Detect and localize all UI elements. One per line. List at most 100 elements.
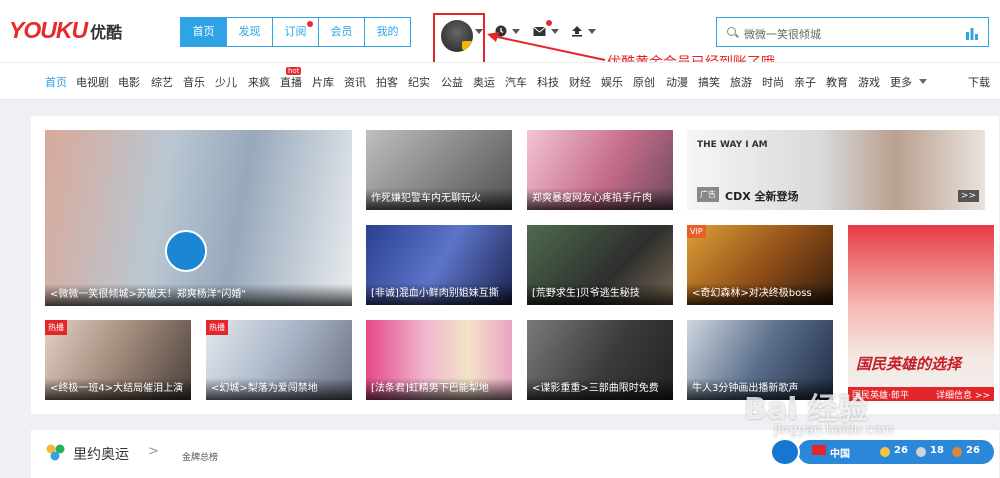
search-icon — [727, 27, 736, 36]
channel-original[interactable]: 原创 — [633, 74, 655, 90]
chevron-down-icon — [918, 79, 927, 84]
nav-subscribe-label: 订阅 — [284, 25, 307, 38]
mail-notification-dot — [546, 20, 552, 26]
tile-caption: <谍影重重>三部曲限时免费 — [527, 378, 673, 400]
channel-anime[interactable]: 动漫 — [666, 74, 688, 90]
main-nav: 首页 发现 订阅 会员 我的 — [180, 17, 411, 47]
tile-caption: [非诚]混血小鲜肉别姐妹互撕 — [366, 283, 512, 305]
channel-live[interactable]: 直播 hot — [280, 67, 302, 90]
hot-play-badge: 热播 — [206, 320, 228, 335]
channel-entertainment[interactable]: 娱乐 — [601, 74, 623, 90]
nav-home[interactable]: 首页 — [181, 18, 227, 46]
channel-charity[interactable]: 公益 — [441, 74, 463, 90]
nav-subscribe[interactable]: 订阅 — [273, 18, 319, 46]
channel-variety[interactable]: 综艺 — [151, 74, 173, 90]
featured-slogan: 国民英雄的选择 — [856, 355, 962, 373]
chevron-down-icon[interactable] — [475, 29, 483, 34]
channel-funny[interactable]: 搞笑 — [698, 74, 720, 90]
hot-play-badge: 热播 — [45, 320, 67, 335]
nav-mine[interactable]: 我的 — [365, 18, 410, 46]
video-tile[interactable]: 郑爽暴瘦网友心疼掐手斤肉 — [527, 130, 673, 210]
channel-music[interactable]: 音乐 — [183, 74, 205, 90]
video-tile[interactable]: <谍影重重>三部曲限时免费 — [527, 320, 673, 400]
channel-library[interactable]: 片库 — [312, 74, 334, 90]
chevron-right-icon[interactable]: > — [148, 444, 159, 459]
channel-education[interactable]: 教育 — [826, 74, 848, 90]
nav-discover[interactable]: 发现 — [227, 18, 273, 46]
section-subtitle[interactable]: 金牌总榜 — [182, 450, 218, 463]
tile-caption: [荒野求生]贝爷逃生秘技 — [527, 283, 673, 305]
featured-thumbnail — [848, 225, 994, 401]
content-grid: <微微一笑很倾城>苏破天！郑爽杨洋"闪婚" 作死嫌犯警车内无聊玩火 郑爽暴瘦网友… — [31, 116, 999, 414]
detail-link[interactable]: 详细信息 >> — [936, 388, 990, 401]
avatar[interactable] — [441, 20, 473, 52]
channel-finance[interactable]: 财经 — [569, 74, 591, 90]
video-tile[interactable]: 热播 <幻城>梨落为爱闯禁地 — [206, 320, 352, 400]
channel-movie[interactable]: 电影 — [118, 74, 140, 90]
tile-caption: <幻城>梨落为爱闯禁地 — [206, 378, 352, 400]
search-placeholder: 微微一笑很倾城 — [744, 28, 821, 41]
ad-brand: CDX 全新登场 — [725, 190, 799, 203]
hero-sticker-icon — [165, 230, 207, 272]
gold-medal-icon — [880, 447, 890, 457]
gold-count: 26 — [894, 445, 908, 456]
channel-parenting[interactable]: 亲子 — [794, 74, 816, 90]
channel-news[interactable]: 资讯 — [344, 74, 366, 90]
logo-wordmark: YOUKU — [9, 17, 88, 43]
channel-documentary[interactable]: 纪实 — [408, 74, 430, 90]
tile-caption: 郑爽暴瘦网友心疼掐手斤肉 — [527, 188, 673, 210]
country-label: 中国 — [830, 449, 850, 460]
video-tile[interactable]: 热播 <终极一班4>大结局催泪上演 — [45, 320, 191, 400]
channel-travel[interactable]: 旅游 — [730, 74, 752, 90]
channel-tech[interactable]: 科技 — [537, 74, 559, 90]
video-tile[interactable]: [法条君]虹精男下巴能犁地 — [366, 320, 512, 400]
ranking-chart-icon[interactable] — [965, 26, 979, 40]
baidu-watermark: Bai 经验 — [744, 392, 868, 427]
channel-tv[interactable]: 电视剧 — [76, 74, 109, 90]
hero-video-tile[interactable]: <微微一笑很倾城>苏破天！郑爽杨洋"闪婚" — [45, 130, 352, 306]
annotation-arrow — [487, 32, 606, 61]
ad-banner-tile[interactable]: THE WAY I AM 广告 CDX 全新登场 >> — [687, 130, 985, 210]
youku-logo[interactable]: YOUKU 优酷 — [9, 17, 122, 44]
nav-member[interactable]: 会员 — [319, 18, 365, 46]
silver-medal-icon — [916, 447, 926, 457]
tile-caption: <微微一笑很倾城>苏破天！郑爽杨洋"闪婚" — [45, 284, 352, 306]
baidu-watermark-url: jingyan.baidu.com — [774, 423, 894, 438]
section-title[interactable]: 里约奥运 — [73, 444, 129, 464]
video-tile[interactable]: 作死嫌犯警车内无聊玩火 — [366, 130, 512, 210]
channel-fashion[interactable]: 时尚 — [762, 74, 784, 90]
medal-tally[interactable]: 中国 26 18 26 — [770, 438, 994, 466]
video-tile[interactable]: VIP <奇幻森林>对决终极boss — [687, 225, 833, 305]
ad-more-button[interactable]: >> — [957, 190, 979, 202]
hot-badge: hot — [286, 67, 302, 75]
search-box[interactable]: 微微一笑很倾城 — [716, 17, 989, 47]
channel-download[interactable]: 下载 — [968, 74, 990, 90]
vip-badge: VIP — [687, 225, 706, 238]
channel-more[interactable]: 更多 — [890, 74, 927, 90]
channel-bar: 首页 电视剧 电影 综艺 音乐 少儿 来疯 直播 hot 片库 资讯 拍客 纪实… — [0, 62, 1000, 100]
channel-auto[interactable]: 汽车 — [505, 74, 527, 90]
ad-slogan: THE WAY I AM — [697, 140, 768, 150]
china-flag-icon — [812, 445, 826, 455]
channel-paike[interactable]: 拍客 — [376, 74, 398, 90]
channel-laifeng[interactable]: 来疯 — [248, 74, 270, 90]
silver-count: 18 — [930, 445, 944, 456]
channel-kids[interactable]: 少儿 — [215, 74, 237, 90]
channel-home[interactable]: 首页 — [45, 74, 67, 90]
hero-thumbnail — [45, 130, 352, 306]
gold-member-badge-icon — [462, 41, 473, 50]
video-tile[interactable]: [非诚]混血小鲜肉别姐妹互撕 — [366, 225, 512, 305]
logo-chinese: 优酷 — [90, 23, 123, 42]
featured-tile[interactable]: 国民英雄的选择 国民英雄·郎平 详细信息 >> — [848, 225, 994, 401]
olympics-icon — [46, 444, 65, 461]
channel-more-label: 更多 — [890, 76, 912, 89]
notification-dot — [307, 21, 313, 27]
bronze-count: 26 — [966, 445, 980, 456]
featured-caption-bar: 国民英雄·郎平 详细信息 >> — [848, 387, 994, 401]
ad-badge: 广告 — [697, 187, 719, 202]
tile-caption: <奇幻森林>对决终极boss — [687, 283, 833, 305]
channel-olympics[interactable]: 奥运 — [473, 74, 495, 90]
channel-games[interactable]: 游戏 — [858, 74, 880, 90]
video-tile[interactable]: [荒野求生]贝爷逃生秘技 — [527, 225, 673, 305]
bronze-medal-icon — [952, 447, 962, 457]
